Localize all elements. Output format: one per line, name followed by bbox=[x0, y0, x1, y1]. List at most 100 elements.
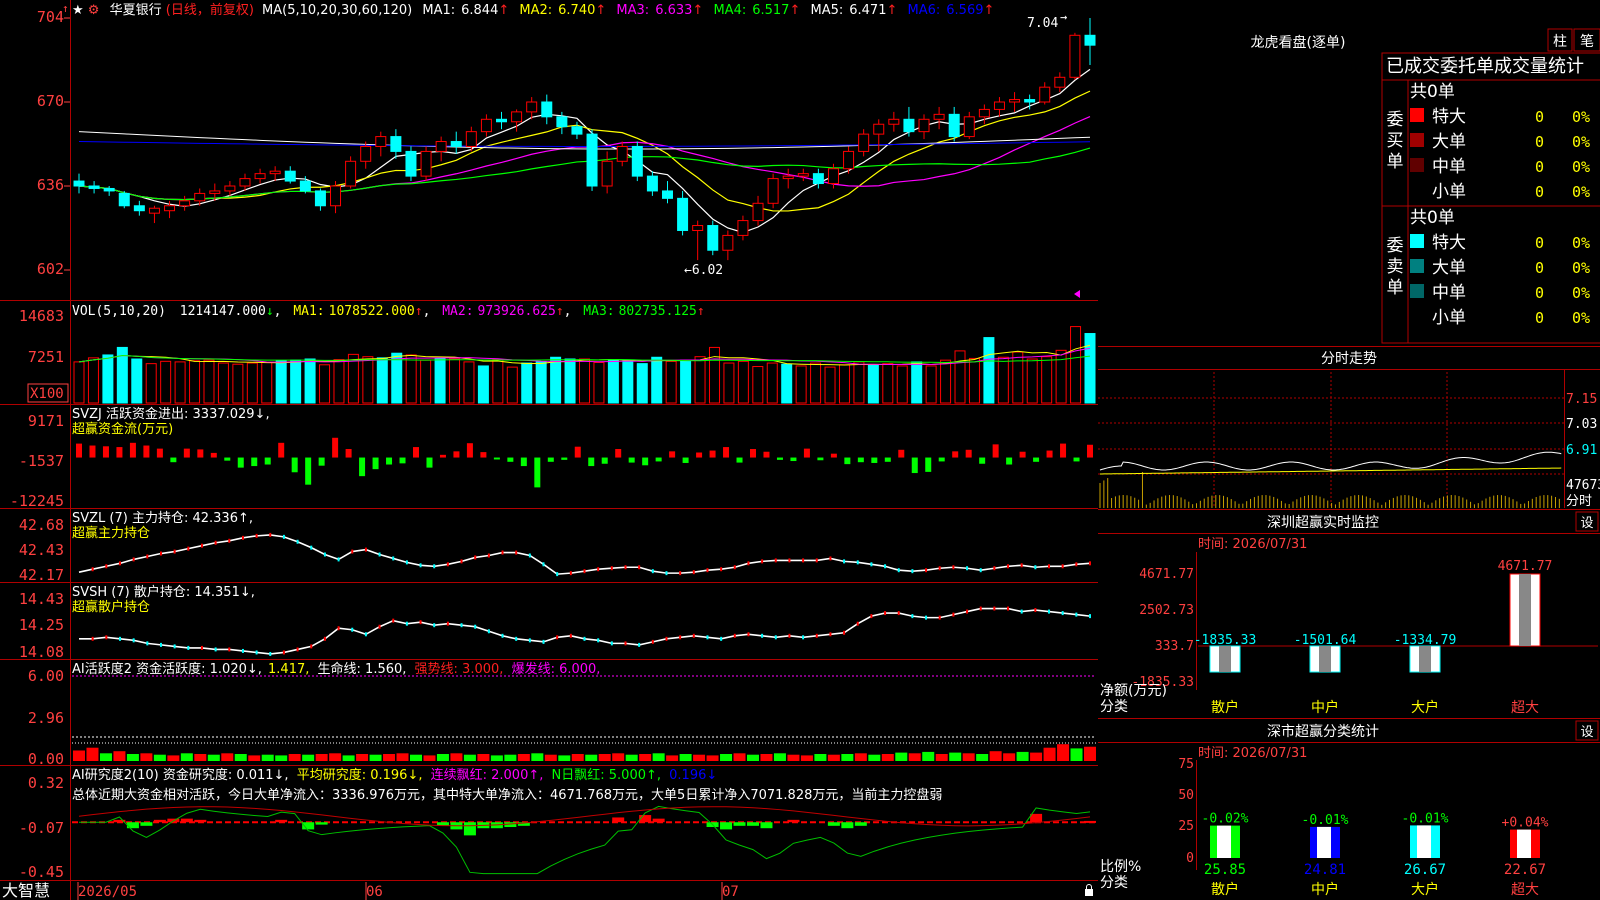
research-bar bbox=[827, 822, 840, 826]
candle-body bbox=[450, 141, 462, 147]
volume-bar bbox=[391, 352, 403, 404]
vol-header: VOL(5,10,20) 1214147.000↓, MA1: 1078522.0… bbox=[72, 304, 705, 319]
capital-flow-bar bbox=[615, 449, 622, 458]
ai-summary-text: 总体近期大资金相对活跃，今日大单净流入：3336.976万元，其中特大单净流入：… bbox=[72, 787, 942, 803]
intraday-tick: 47673 bbox=[1566, 478, 1600, 493]
price-tick: 602 bbox=[37, 260, 64, 278]
capital-flow-bar bbox=[1087, 444, 1093, 458]
volume-bar bbox=[449, 358, 461, 404]
order-color-swatch bbox=[1410, 133, 1424, 147]
capital-flow-bar bbox=[682, 457, 689, 463]
activity-bar bbox=[922, 751, 935, 761]
volume-bar bbox=[564, 358, 576, 404]
candle-body bbox=[918, 118, 930, 133]
sz-monitor-unit: 净额(万元) bbox=[1100, 683, 1167, 699]
volume-bar bbox=[477, 365, 489, 404]
sz-monitor-title: 深圳超赢实时监控 bbox=[1267, 514, 1379, 531]
capital-flow-bar bbox=[1006, 457, 1013, 465]
activity-bar bbox=[504, 754, 517, 761]
capital-flow-bar bbox=[156, 448, 163, 458]
svsh-title: SVSH (7) 散户持仓: 14.351↓, bbox=[72, 584, 255, 600]
stats-change-label: -0.01% bbox=[1302, 813, 1349, 828]
candle-body bbox=[677, 197, 689, 231]
capital-flow-bar bbox=[278, 442, 285, 458]
capital-flow-bar bbox=[102, 446, 109, 458]
activity-bar bbox=[1057, 744, 1070, 761]
monitor-category-label: 散户 bbox=[1211, 699, 1239, 716]
ai-research-header: AI研究度2(10) 资金研究度: 0.011↓, 平均研究度: 0.196↓,… bbox=[72, 767, 717, 783]
volume-bar bbox=[1026, 358, 1038, 404]
sz-stats-tick: 50 bbox=[1178, 788, 1194, 803]
capital-flow-bar bbox=[210, 452, 217, 458]
candle-body bbox=[812, 173, 824, 185]
research-bar bbox=[747, 822, 759, 826]
candle-body bbox=[526, 101, 538, 113]
capital-flow-bar bbox=[291, 457, 298, 473]
vol-tick: 7251 bbox=[28, 348, 64, 366]
research-bar bbox=[194, 819, 207, 823]
capital-flow-bar bbox=[830, 453, 837, 458]
volume-bar bbox=[795, 365, 807, 404]
candle-body bbox=[722, 234, 734, 251]
activity-bar bbox=[329, 753, 342, 761]
capital-flow-bar bbox=[197, 449, 204, 458]
intraday-tick: 7.15 bbox=[1566, 392, 1597, 407]
research-bar bbox=[1084, 820, 1096, 823]
candle-body bbox=[73, 180, 85, 187]
order-type-label: 中单 bbox=[1432, 283, 1466, 303]
candle-body bbox=[496, 118, 508, 123]
activity-bar bbox=[895, 752, 908, 761]
ma3-value: 6.633 bbox=[655, 3, 692, 18]
activity-bar bbox=[976, 754, 989, 761]
order-percent: 0% bbox=[1572, 259, 1590, 277]
stats-change-label: -0.01% bbox=[1402, 811, 1449, 826]
activity-bar bbox=[827, 754, 840, 761]
high-price-label: 7.04 bbox=[1027, 16, 1058, 31]
volume-bar bbox=[925, 365, 937, 404]
volume-bar bbox=[1084, 333, 1096, 404]
order-count: 0 bbox=[1535, 309, 1544, 327]
ma1-value: 6.844 bbox=[461, 3, 498, 18]
activity-bar bbox=[396, 753, 409, 761]
candle-body bbox=[993, 101, 1005, 110]
capital-flow-bar bbox=[359, 457, 366, 477]
low-price-label: ←6.02 bbox=[684, 263, 723, 278]
activity-bar bbox=[383, 754, 396, 761]
candle-body bbox=[194, 192, 206, 202]
sz-monitor-tick: 333.7 bbox=[1155, 639, 1194, 654]
candle-body bbox=[797, 173, 809, 177]
sz-monitor-tick: 2502.73 bbox=[1139, 603, 1194, 618]
candle-body bbox=[435, 141, 447, 152]
intraday-tick: 6.91 bbox=[1566, 443, 1597, 458]
volume-bar bbox=[550, 356, 562, 404]
activity-bar bbox=[410, 754, 422, 761]
candle-body bbox=[541, 101, 553, 118]
order-count: 0 bbox=[1535, 108, 1544, 126]
intraday-title: 分时走势 bbox=[1321, 351, 1377, 367]
volume-bar bbox=[232, 363, 244, 404]
volume-bar bbox=[160, 360, 172, 404]
volume-bar bbox=[131, 358, 143, 404]
volume-bar bbox=[521, 362, 533, 404]
ma6-label: MA6: bbox=[908, 3, 941, 18]
svsh-tick: 14.25 bbox=[19, 616, 64, 634]
capital-flow-bar bbox=[803, 448, 810, 458]
candle-body bbox=[164, 205, 176, 212]
activity-bar bbox=[598, 754, 611, 761]
capital-flow-bar bbox=[938, 457, 945, 462]
activity-bar bbox=[935, 754, 948, 761]
activity-bar bbox=[1043, 747, 1056, 761]
volume-bar bbox=[463, 361, 475, 404]
kline-chart-area[interactable]: 704 670 636 602 ↑ ★ ⚙ 华夏银行 (日线，前复权) MA(5… bbox=[0, 0, 1100, 900]
candle-body bbox=[133, 205, 145, 212]
period-label: (日线，前复权) bbox=[166, 2, 254, 18]
sz-monitor-category-label: 分类 bbox=[1100, 699, 1128, 715]
order-percent: 0% bbox=[1572, 234, 1590, 252]
order-color-swatch bbox=[1410, 108, 1424, 122]
svzl-title: SVZL (7) 主力持仓: 42.336↑, bbox=[72, 511, 253, 526]
activity-bar bbox=[679, 754, 692, 761]
stats-bar-highlight bbox=[1217, 825, 1231, 858]
candle-body bbox=[284, 170, 296, 182]
capital-flow-bar bbox=[453, 451, 460, 458]
stats-bar-highlight bbox=[1517, 829, 1531, 858]
